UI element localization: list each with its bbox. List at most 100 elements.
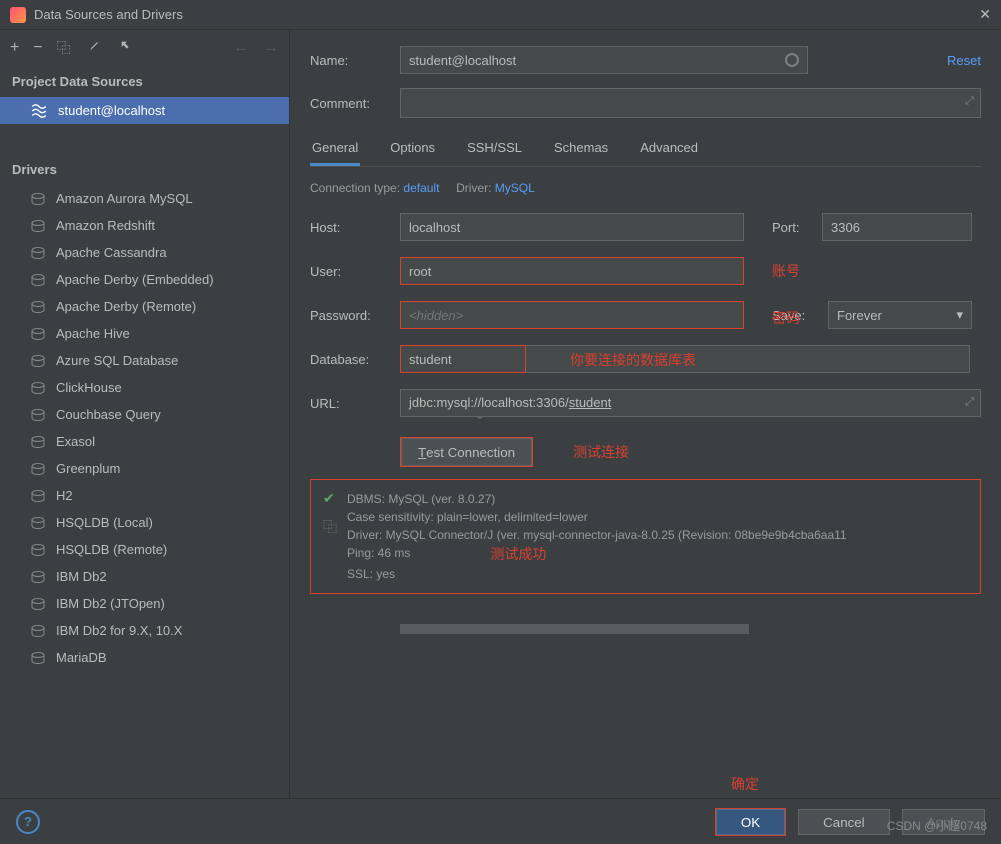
- driver-item[interactable]: IBM Db2 for 9.X, 10.X: [0, 617, 289, 644]
- copy-icon[interactable]: ⿻: [323, 517, 337, 537]
- tab-options[interactable]: Options: [388, 132, 437, 166]
- driver-icon: [30, 409, 46, 421]
- driver-item[interactable]: HSQLDB (Remote): [0, 536, 289, 563]
- save-select[interactable]: Forever: [828, 301, 972, 329]
- driver-item[interactable]: Amazon Aurora MySQL: [0, 185, 289, 212]
- annotation-test: 测试连接: [573, 442, 629, 462]
- driver-link[interactable]: MySQL: [495, 181, 535, 195]
- user-input[interactable]: [400, 257, 744, 285]
- driver-item[interactable]: Couchbase Query: [0, 401, 289, 428]
- section-project-data-sources: Project Data Sources: [0, 66, 289, 97]
- connection-meta: Connection type: default Driver: MySQL: [310, 181, 981, 195]
- driver-label: Apache Derby (Remote): [56, 299, 196, 314]
- driver-label: Greenplum: [56, 461, 120, 476]
- annotation-success: 测试成功: [490, 544, 546, 565]
- remove-button[interactable]: −: [33, 39, 42, 57]
- driver-icon: [30, 652, 46, 664]
- database-label: Database:: [310, 352, 390, 367]
- driver-item[interactable]: Apache Derby (Embedded): [0, 266, 289, 293]
- driver-label: MariaDB: [56, 650, 107, 665]
- driver-item[interactable]: MariaDB: [0, 644, 289, 671]
- driver-label: HSQLDB (Local): [56, 515, 153, 530]
- cancel-button[interactable]: Cancel: [798, 809, 890, 835]
- user-label: User:: [310, 264, 390, 279]
- password-input[interactable]: <hidden>: [400, 301, 744, 329]
- ok-button[interactable]: OK: [716, 809, 785, 835]
- sidebar-toolbar: + − ⿻ ← →: [0, 30, 289, 66]
- host-input[interactable]: [400, 213, 744, 241]
- driver-icon: [30, 598, 46, 610]
- reset-link[interactable]: Reset: [947, 53, 981, 68]
- driver-item[interactable]: Amazon Redshift: [0, 212, 289, 239]
- driver-icon: [30, 544, 46, 556]
- driver-label: IBM Db2 (JTOpen): [56, 596, 165, 611]
- host-label: Host:: [310, 220, 390, 235]
- url-input[interactable]: jdbc:mysql://localhost:3306/student ⤢: [400, 389, 981, 417]
- annotation-database: 你要连接的数据库表: [570, 350, 696, 370]
- driver-item[interactable]: Greenplum: [0, 455, 289, 482]
- driver-icon: [30, 382, 46, 394]
- test-connection-button[interactable]: Test Connection: [401, 438, 532, 466]
- expand-icon[interactable]: ⤢: [965, 396, 974, 409]
- tab-general[interactable]: General: [310, 132, 360, 166]
- save-label: Save: 密码: [772, 308, 818, 323]
- name-input[interactable]: student@localhost: [400, 46, 808, 74]
- driver-label: HSQLDB (Remote): [56, 542, 167, 557]
- help-button[interactable]: ?: [16, 810, 40, 834]
- driver-item[interactable]: Apache Hive: [0, 320, 289, 347]
- url-label: URL:: [310, 396, 390, 411]
- revert-button[interactable]: [117, 39, 135, 58]
- datasource-item[interactable]: student@localhost: [0, 97, 289, 124]
- copy-button[interactable]: ⿻: [57, 38, 71, 58]
- watermark: CSDN @小超0748: [887, 817, 987, 834]
- driver-item[interactable]: ClickHouse: [0, 374, 289, 401]
- password-label: Password:: [310, 308, 390, 323]
- driver-label: Exasol: [56, 434, 95, 449]
- driver-icon: [30, 220, 46, 232]
- driver-label: IBM Db2 for 9.X, 10.X: [56, 623, 182, 638]
- connection-type-link[interactable]: default: [403, 181, 439, 195]
- add-button[interactable]: +: [10, 39, 19, 57]
- driver-icon: [30, 463, 46, 475]
- driver-icon: [30, 436, 46, 448]
- loading-icon: [785, 53, 799, 67]
- driver-label: Amazon Aurora MySQL: [56, 191, 193, 206]
- horizontal-scrollbar[interactable]: [400, 624, 981, 634]
- driver-icon: [30, 625, 46, 637]
- window-title: Data Sources and Drivers: [34, 7, 979, 22]
- driver-item[interactable]: Apache Derby (Remote): [0, 293, 289, 320]
- driver-item[interactable]: IBM Db2: [0, 563, 289, 590]
- driver-icon: [30, 301, 46, 313]
- close-icon[interactable]: ✕: [979, 6, 991, 23]
- back-button[interactable]: ←: [233, 39, 249, 57]
- driver-label: ClickHouse: [56, 380, 122, 395]
- datasource-label: student@localhost: [58, 103, 165, 118]
- check-icon: ✔: [323, 490, 337, 507]
- expand-icon[interactable]: ⤢: [965, 95, 974, 108]
- forward-button[interactable]: →: [263, 39, 279, 57]
- section-drivers: Drivers: [0, 154, 289, 185]
- tab-schemas[interactable]: Schemas: [552, 132, 610, 166]
- driver-icon: [30, 517, 46, 529]
- name-label: Name:: [310, 53, 390, 68]
- test-result-box: ✔ ⿻ DBMS: MySQL (ver. 8.0.27) Case sensi…: [310, 479, 981, 594]
- driver-label: Apache Cassandra: [56, 245, 167, 260]
- driver-item[interactable]: Exasol: [0, 428, 289, 455]
- driver-item[interactable]: Azure SQL Database: [0, 347, 289, 374]
- comment-input[interactable]: ⤢: [400, 88, 981, 118]
- driver-icon: [30, 274, 46, 286]
- driver-item[interactable]: Apache Cassandra: [0, 239, 289, 266]
- driver-icon: [30, 490, 46, 502]
- port-input[interactable]: [822, 213, 972, 241]
- driver-label: IBM Db2: [56, 569, 107, 584]
- driver-item[interactable]: HSQLDB (Local): [0, 509, 289, 536]
- driver-label: Apache Derby (Embedded): [56, 272, 214, 287]
- driver-label: Apache Hive: [56, 326, 130, 341]
- tab-sshssl[interactable]: SSH/SSL: [465, 132, 524, 166]
- tab-advanced[interactable]: Advanced: [638, 132, 700, 166]
- driver-item[interactable]: IBM Db2 (JTOpen): [0, 590, 289, 617]
- driver-item[interactable]: H2: [0, 482, 289, 509]
- settings-button[interactable]: [85, 39, 103, 58]
- annotation-password: 密码: [772, 308, 800, 328]
- driver-label: H2: [56, 488, 73, 503]
